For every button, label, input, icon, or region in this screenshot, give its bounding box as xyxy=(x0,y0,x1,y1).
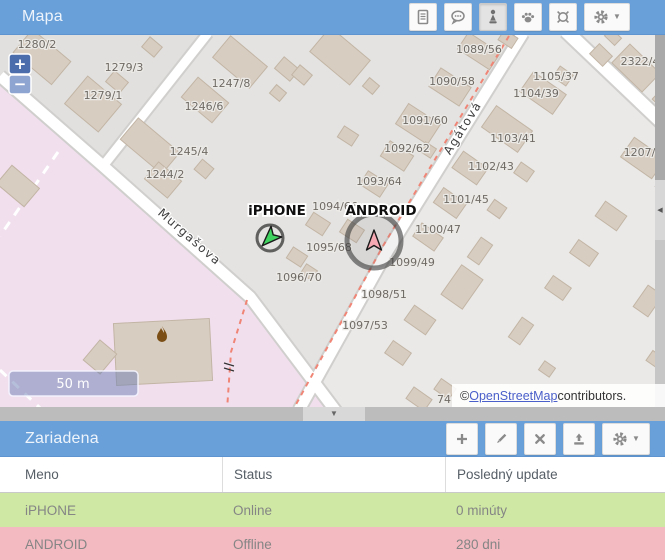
device-last-update: 280 dni xyxy=(445,537,665,552)
svg-text:1207/3: 1207/3 xyxy=(624,146,655,159)
svg-text:1104/39: 1104/39 xyxy=(513,87,559,100)
caret-down-icon: ▼ xyxy=(632,435,640,443)
right-panel-collapse-handle[interactable]: ◀ xyxy=(655,180,665,240)
chat-icon xyxy=(450,9,466,25)
svg-text:1247/8: 1247/8 xyxy=(212,77,251,90)
settings-icon xyxy=(612,431,628,447)
caret-down-icon: ▼ xyxy=(613,13,621,21)
devices-table: Meno Status Posledný update iPHONE Onlin… xyxy=(0,457,665,560)
svg-text:1092/62: 1092/62 xyxy=(384,142,430,155)
map-toolbar: ▼ xyxy=(409,3,630,31)
svg-text:+: + xyxy=(14,55,27,73)
edit-button[interactable] xyxy=(485,423,517,455)
svg-text:1279/3: 1279/3 xyxy=(105,61,144,74)
settings-button[interactable]: ▼ xyxy=(602,423,650,455)
devices-toolbar: ▼ xyxy=(446,423,650,455)
map-canvas[interactable]: 1280/2 1279/3 1279/1 1247/8 1246/6 1245/4 1244… xyxy=(0,35,655,407)
device-last-update: 0 minúty xyxy=(445,503,665,518)
devices-table-header: Meno Status Posledný update xyxy=(0,457,665,493)
devices-panel-header: Zariadena ▼ xyxy=(0,421,665,457)
panel-divider[interactable]: ▼ xyxy=(0,407,665,421)
delete-button[interactable] xyxy=(524,423,556,455)
svg-text:2322/4: 2322/4 xyxy=(621,55,655,68)
locate-button[interactable] xyxy=(549,3,577,31)
zoom-out-button[interactable]: − xyxy=(9,75,31,94)
svg-text:−: − xyxy=(14,75,27,93)
devices-panel-title: Zariadena xyxy=(25,430,99,448)
paw-button[interactable] xyxy=(514,3,542,31)
map-panel-title: Mapa xyxy=(22,8,63,26)
settings-button[interactable]: ▼ xyxy=(584,3,630,31)
svg-text:1280/2: 1280/2 xyxy=(18,38,57,51)
settings-icon xyxy=(593,9,609,25)
svg-text:1096/70: 1096/70 xyxy=(276,271,322,284)
bottom-panel-collapse-handle[interactable]: ▼ xyxy=(303,407,365,421)
locate-icon xyxy=(555,9,571,25)
svg-text:1103/41: 1103/41 xyxy=(490,132,536,145)
column-header-update: Posledný update xyxy=(445,457,665,492)
device-marker-label: iPHONE xyxy=(248,203,306,219)
svg-text:1105/37: 1105/37 xyxy=(533,70,579,83)
right-strip-top xyxy=(655,35,665,180)
chat-button[interactable] xyxy=(444,3,472,31)
map-panel-header: Mapa ▼ xyxy=(0,0,665,35)
add-button[interactable] xyxy=(446,423,478,455)
add-icon xyxy=(454,431,470,447)
delete-icon xyxy=(532,431,548,447)
device-row-iphone[interactable]: iPHONE Online 0 minúty xyxy=(0,493,665,527)
device-name: ANDROID xyxy=(0,537,222,552)
svg-text:1244/2: 1244/2 xyxy=(146,168,185,181)
svg-text:1102/43: 1102/43 xyxy=(468,160,514,173)
svg-text:1097/53: 1097/53 xyxy=(342,319,388,332)
chevron-down-icon: ▼ xyxy=(330,410,338,418)
svg-text:1093/64: 1093/64 xyxy=(356,175,402,188)
svg-text:1245/4: 1245/4 xyxy=(170,145,209,158)
svg-text:1091/60: 1091/60 xyxy=(402,114,448,127)
device-status: Online xyxy=(222,503,445,518)
svg-text:1098/51: 1098/51 xyxy=(361,288,407,301)
map-scale-bar: 50 m xyxy=(9,371,138,396)
device-marker-label: ANDROID xyxy=(345,203,416,219)
svg-text:1090/58: 1090/58 xyxy=(429,75,475,88)
svg-text:1246/6: 1246/6 xyxy=(185,100,224,113)
attribution-suffix: contributors. xyxy=(557,389,626,403)
attribution-prefix: © xyxy=(460,389,469,403)
report-button[interactable] xyxy=(409,3,437,31)
street-view-icon xyxy=(485,9,501,25)
map-attribution: © OpenStreetMap contributors. xyxy=(452,384,665,407)
upload-icon xyxy=(571,431,587,447)
paw-icon xyxy=(520,9,536,25)
openstreetmap-link[interactable]: OpenStreetMap xyxy=(469,389,557,403)
device-status: Offline xyxy=(222,537,445,552)
street-view-button[interactable] xyxy=(479,3,507,31)
report-icon xyxy=(415,9,431,25)
device-name: iPHONE xyxy=(0,503,222,518)
svg-text:1279/1: 1279/1 xyxy=(84,89,123,102)
svg-text:1101/45: 1101/45 xyxy=(443,193,489,206)
column-header-status: Status xyxy=(222,457,445,492)
upload-button[interactable] xyxy=(563,423,595,455)
svg-text:50 m: 50 m xyxy=(56,377,89,392)
svg-text:1089/56: 1089/56 xyxy=(456,43,502,56)
map-svg[interactable]: 1280/2 1279/3 1279/1 1247/8 1246/6 1245/4 1244… xyxy=(0,35,655,407)
column-header-meno: Meno xyxy=(0,457,222,492)
svg-text:74: 74 xyxy=(437,393,451,406)
edit-icon xyxy=(493,431,509,447)
right-panel-strip: ◀ xyxy=(655,35,665,407)
device-row-android[interactable]: ANDROID Offline 280 dni xyxy=(0,527,665,560)
zoom-in-button[interactable]: + xyxy=(9,54,31,74)
svg-text:1100/47: 1100/47 xyxy=(415,223,461,236)
chevron-left-icon: ◀ xyxy=(657,206,662,214)
tracking-app-window: Mapa ▼ 1280/2 1279/3 1279/1 1247/8 1246/6 124… xyxy=(0,0,665,560)
